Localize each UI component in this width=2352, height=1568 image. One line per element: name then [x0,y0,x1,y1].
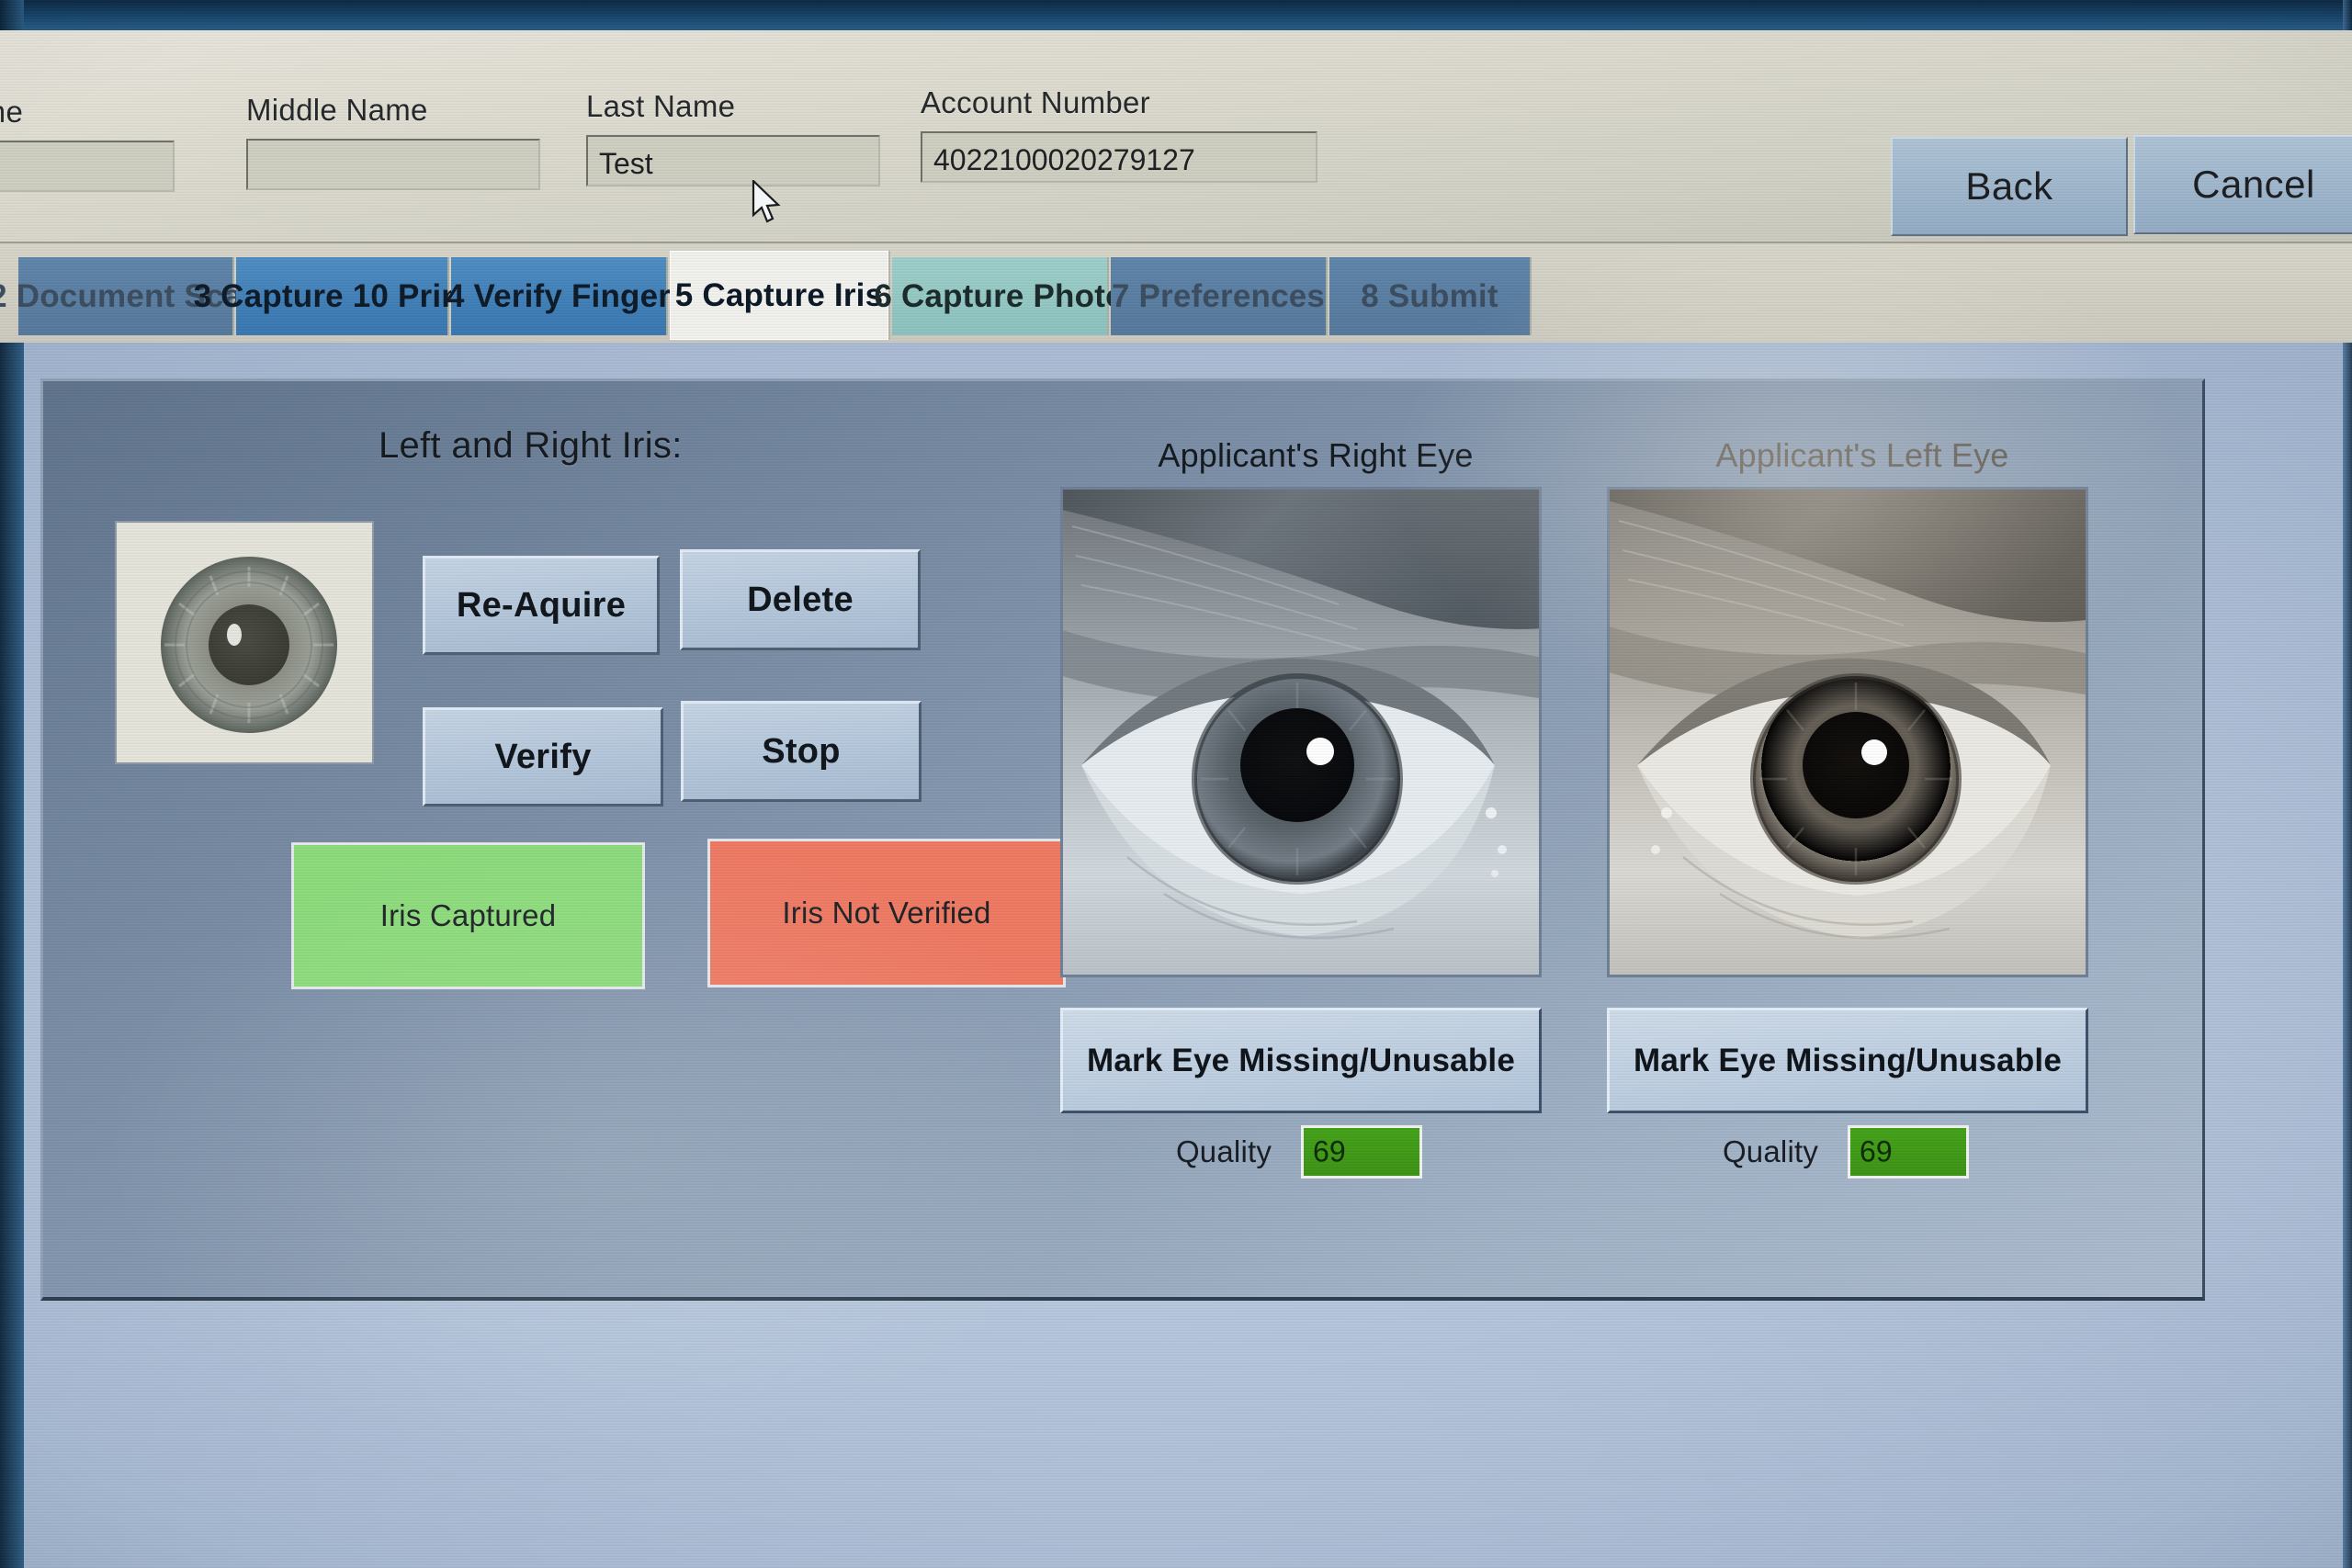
right-eye-quality-row: Quality 69 [1058,1125,1540,1179]
monitor-screen-photo: ame Middle Name Last Name Test Account N… [0,0,2352,1568]
left-eye-quality-meter: 69 [1848,1125,1970,1179]
right-eye-title: Applicant's Right Eye [1158,436,1474,474]
middle-name-label: Middle Name [246,93,428,127]
right-eye-quality-meter: 69 [1301,1125,1423,1179]
left-eye-photo [1610,490,2086,975]
field-group-last-name: Last Name Test [586,89,880,186]
workflow-tab-strip: 2 Document Scan 3 Capture 10 Prints 4 Ve… [0,243,2352,343]
last-name-label: Last Name [586,89,736,123]
re-aquire-button[interactable]: Re-Aquire [423,556,660,655]
iris-capture-panel: Left and Right Iris: Re-Aquire Delete Ve… [40,378,2205,1301]
tab-submit[interactable]: 8 Submit [1329,257,1532,335]
middle-name-input[interactable] [246,139,540,190]
account-number-label: Account Number [921,85,1150,119]
section-caption: Left and Right Iris: [379,425,683,466]
cancel-button[interactable]: Cancel [2133,135,2352,234]
tab-preferences[interactable]: 7 Preferences [1111,257,1328,335]
iris-thumbnail-preview [115,521,374,764]
status-badge-iris-not-verified: Iris Not Verified [707,839,1066,987]
left-eye-mark-missing-button[interactable]: Mark Eye Missing/Unusable [1607,1008,2088,1113]
field-group-first-name: ame [0,95,175,192]
left-eye-quality-value: 69 [1860,1134,1893,1168]
right-eye-quality-label: Quality [1175,1134,1272,1168]
tab-capture-10-prints[interactable]: 3 Capture 10 Prints [194,257,490,335]
applicant-header-bar: ame Middle Name Last Name Test Account N… [0,30,2352,243]
verify-button[interactable]: Verify [423,707,663,807]
tab-capture-photo[interactable]: 6 Capture Photo [874,257,1125,335]
right-eye-photo [1063,490,1539,975]
right-eye-mark-missing-button[interactable]: Mark Eye Missing/Unusable [1060,1008,1542,1113]
left-eye-quality-label: Quality [1722,1134,1819,1168]
last-name-input[interactable]: Test [586,135,880,186]
tab-verify-finger[interactable]: 4 Verify Finger [447,257,671,335]
stop-button[interactable]: Stop [681,701,922,802]
status-badge-iris-captured: Iris Captured [291,842,645,989]
delete-button[interactable]: Delete [680,549,921,650]
right-eye-image-frame [1060,487,1542,977]
left-eye-image-frame [1607,487,2088,977]
field-group-middle-name: Middle Name [246,93,540,190]
first-name-input[interactable] [0,141,175,192]
iris-image [117,523,372,762]
tab-capture-iris[interactable]: 5 Capture Iris [670,251,890,340]
back-button[interactable]: Back [1891,137,2128,236]
field-group-account-number: Account Number 4022100020279127 [921,85,1317,183]
right-eye-quality-value: 69 [1313,1134,1346,1168]
left-eye-title: Applicant's Left Eye [1715,436,2009,474]
first-name-label: ame [0,95,24,129]
left-eye-quality-row: Quality 69 [1605,1125,2086,1179]
account-number-input[interactable]: 4022100020279127 [921,131,1317,183]
